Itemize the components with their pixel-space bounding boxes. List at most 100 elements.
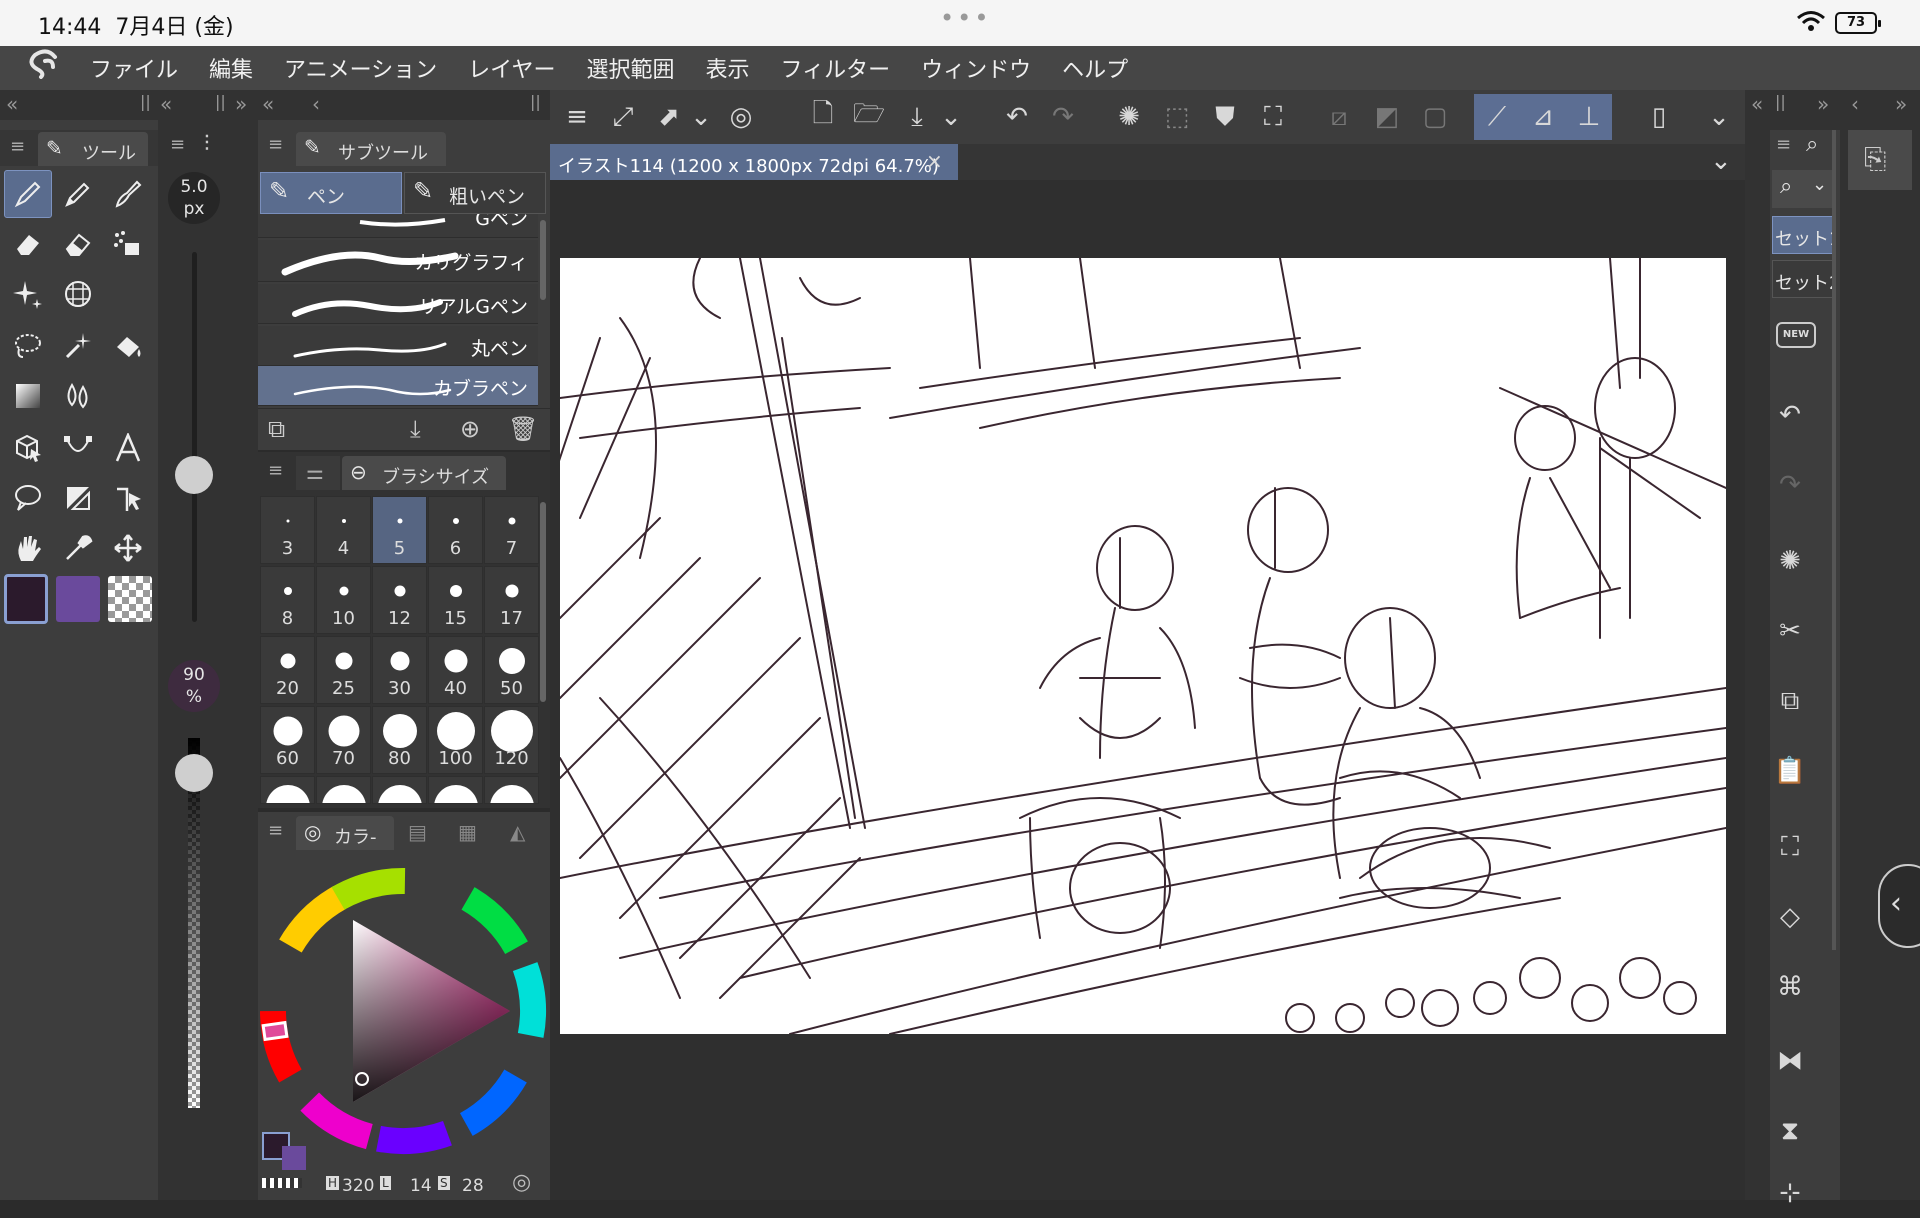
brush-size-option[interactable]: 10 [316,566,371,634]
fill-bucket-icon[interactable]: ⛊ [1202,94,1248,140]
eyedropper-tool[interactable] [54,524,102,572]
tab-tool-property[interactable]: ⚌ [296,456,340,490]
cut-icon[interactable]: ✂ [1773,606,1807,656]
brush-size-option[interactable] [372,776,427,804]
brush-size-option[interactable]: 5 [372,496,427,564]
quick-access-set-1[interactable]: セット1 [1772,216,1836,254]
brush-size-option[interactable]: 30 [372,636,427,704]
menu-view[interactable]: 表示 [706,52,750,84]
brush-size-option[interactable]: 50 [484,636,539,704]
brush-item-calligraphy[interactable]: カリグラフィ [258,240,538,282]
intermediate-color-tab-icon[interactable]: ◭ [510,820,525,844]
more-tools-icon[interactable]: ⊹ [1773,1168,1807,1218]
layer-property-tab[interactable]: ⎘ [1848,130,1912,190]
drawing-canvas[interactable] [549,257,1727,1035]
pencil-tool[interactable] [54,170,102,218]
snap-ruler-icon[interactable]: ⟋ [1474,94,1520,140]
mesh-transform-icon[interactable]: ⌘ [1773,962,1807,1012]
menu-help[interactable]: ヘルプ [1062,52,1128,84]
open-folder-icon[interactable]: 🗁 [846,94,892,140]
brush-size-option[interactable]: 80 [372,706,427,774]
brush-settings-icon[interactable]: ⫶ [204,132,210,157]
brush-size-option[interactable]: 12 [372,566,427,634]
smart-device-icon[interactable]: ▯ [1636,94,1682,140]
fill-tool[interactable] [104,322,152,370]
brush-tool[interactable] [104,170,152,218]
sub-color-swatch[interactable] [56,576,100,622]
loading-spinner-icon[interactable]: ✺ [1773,536,1807,586]
frame-border-tool[interactable] [54,474,102,522]
chevron-down-icon[interactable]: ⌄ [686,94,716,140]
cloud-sync-icon[interactable]: ◎ [718,94,764,140]
brush-size-option[interactable]: 17 [484,566,539,634]
object-tool[interactable] [4,424,52,472]
invert-selection-icon[interactable]: ◩ [1364,94,1410,140]
correct-line-tool[interactable] [104,474,152,522]
multitask-dots[interactable]: ••• [940,4,991,32]
panel-menu-icon[interactable]: ≡ [1776,134,1791,155]
brush-item-kabura-pen[interactable]: カブラペン [258,366,538,406]
collapse-icon[interactable]: « [160,92,172,116]
blend-tool[interactable] [54,372,102,420]
brush-size-slider-handle[interactable] [175,456,213,494]
scale-rotate-icon[interactable]: ⛶ [1773,822,1807,872]
brush-size-option[interactable] [428,776,483,804]
app-logo-icon[interactable] [0,49,90,87]
tab-brush-size[interactable]: ⊖ ブラシサイズ [342,456,506,490]
duplicate-icon[interactable]: ⊕ [460,415,480,443]
brush-size-option[interactable] [260,776,315,804]
brush-size-option[interactable]: 70 [316,706,371,774]
chevron-down-icon[interactable]: ⌄ [1710,146,1732,176]
flip-vertical-icon[interactable]: ⧗ [1773,1106,1807,1156]
new-file-icon[interactable]: 🗋 [800,94,846,140]
quick-access-set-2[interactable]: セット2 [1772,260,1836,298]
save-icon[interactable]: ⤓ [894,94,940,140]
undo-icon[interactable]: ↶ [994,94,1040,140]
menu-animation[interactable]: アニメーション [284,52,437,84]
brush-size-option[interactable]: 40 [428,636,483,704]
main-color-swatch[interactable] [4,574,48,624]
chevron-left-icon[interactable]: ‹ [1851,92,1859,116]
opacity-slider-track[interactable] [188,738,200,1108]
brush-size-option[interactable]: 6 [428,496,483,564]
brush-size-slider-track[interactable] [192,252,197,622]
snap-grid-icon[interactable]: ⊥ [1566,94,1612,140]
clear-selection-icon[interactable]: ⧄ [1316,94,1362,140]
document-tab[interactable]: イラスト114 (1200 x 1800px 72dpi 64.7%) × [550,144,958,180]
auto-select-tool[interactable] [54,322,102,370]
menu-layer[interactable]: レイヤー [468,52,555,84]
brush-size-option[interactable]: 3 [260,496,315,564]
brush-size-option[interactable]: 25 [316,636,371,704]
panel-menu-icon[interactable]: ≡ [268,460,283,481]
redo-icon[interactable]: ↷ [1040,94,1086,140]
brush-size-option[interactable]: 15 [428,566,483,634]
quick-access-scrollbar[interactable] [1832,130,1836,950]
fit-screen-icon[interactable]: ⤢ [600,94,646,140]
panel-menu-icon[interactable]: ≡ [10,136,25,157]
show-selection-icon[interactable]: ▢ [1412,94,1458,140]
chevron-left-icon[interactable]: ‹ [312,92,320,116]
brush-size-option[interactable]: 60 [260,706,315,774]
redo-icon[interactable]: ↷ [1773,460,1807,510]
brush-size-option[interactable]: 4 [316,496,371,564]
hand-tool[interactable] [4,524,52,572]
brush-item-round-pen[interactable]: 丸ペン [258,326,538,366]
collapse-icon[interactable]: « [1751,92,1763,116]
expand-icon[interactable]: » [1817,92,1829,116]
subtool-group-pen[interactable]: ✎ ペン [260,172,402,214]
subtool-group-rough-pen[interactable]: ✎ 粗いペン [404,172,546,214]
brush-size-option[interactable] [316,776,371,804]
color-slider-tab-icon[interactable]: ▤ [408,820,427,844]
text-tool[interactable] [104,424,152,472]
panel-menu-icon[interactable]: ≡ [170,134,185,155]
quick-access-dropdown[interactable]: ⌕ ⌄ [1772,170,1836,208]
panel-menu-icon[interactable]: ≡ [268,134,283,155]
copy-icon[interactable]: ⧉ [1773,676,1807,726]
soft-eraser-tool[interactable] [54,220,102,268]
menu-hamburger-icon[interactable]: ≡ [554,94,600,140]
chevron-down-icon[interactable]: ⌄ [1696,94,1742,140]
edge-keyboard-toggle[interactable]: ‹ [1878,864,1920,948]
menu-file[interactable]: ファイル [90,52,178,84]
color-mode-icon[interactable] [262,1178,302,1188]
collapse-icon[interactable]: « [262,92,274,116]
